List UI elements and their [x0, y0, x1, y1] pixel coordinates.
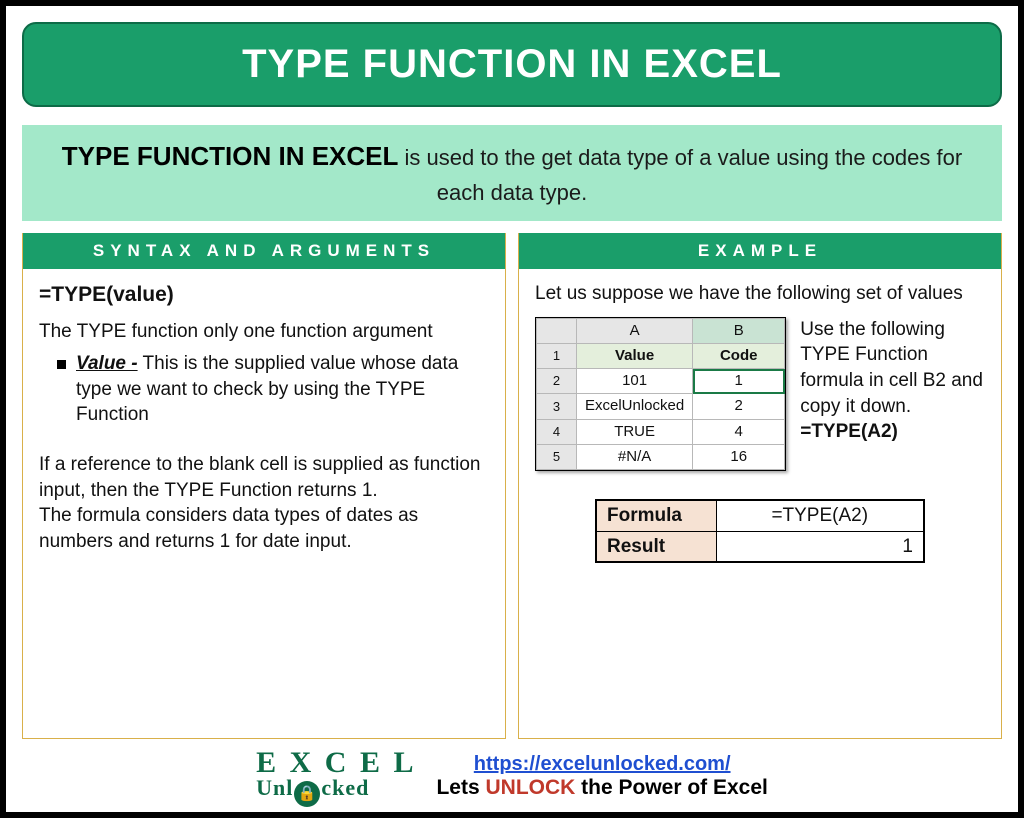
row-header-2: 2	[537, 369, 577, 394]
argument-bullet: Value - This is the supplied value whose…	[39, 351, 489, 428]
tagline-unlock: UNLOCK	[485, 776, 575, 799]
result-value: 1	[716, 531, 924, 562]
footer: E X C E L Unl🔒cked https://excelunlocked…	[22, 745, 1002, 804]
argument-name: Value -	[76, 353, 138, 374]
syntax-header: SYNTAX AND ARGUMENTS	[23, 233, 505, 269]
sheet-corner	[537, 318, 577, 343]
cell-b3: 2	[693, 394, 785, 419]
result-formula-label: Formula	[596, 500, 716, 531]
argument-text: Value - This is the supplied value whose…	[76, 351, 489, 428]
infographic-card: TYPE FUNCTION IN EXCEL TYPE FUNCTION IN …	[0, 0, 1024, 818]
syntax-desc: The TYPE function only one function argu…	[39, 319, 489, 345]
tagline-pre: Lets	[436, 776, 485, 799]
cell-a5: #N/A	[577, 444, 693, 469]
syntax-note-1: If a reference to the blank cell is supp…	[39, 452, 489, 503]
example-body: Let us suppose we have the following set…	[519, 269, 1001, 575]
result-table: Formula =TYPE(A2) Result 1	[595, 499, 925, 563]
cell-b1: Code	[693, 343, 785, 368]
logo-bottom-pre: Unl	[256, 775, 293, 800]
intro-lead: TYPE FUNCTION IN EXCEL	[62, 141, 399, 171]
footer-link[interactable]: https://excelunlocked.com/	[474, 753, 731, 775]
row-header-3: 3	[537, 394, 577, 419]
tagline-post: the Power of Excel	[575, 776, 768, 799]
cell-b4: 4	[693, 419, 785, 444]
example-header: EXAMPLE	[519, 233, 1001, 269]
row-header-4: 4	[537, 419, 577, 444]
cell-b5: 16	[693, 444, 785, 469]
col-header-b: B	[693, 318, 785, 343]
intro-box: TYPE FUNCTION IN EXCEL is used to the ge…	[22, 125, 1002, 221]
result-formula-value: =TYPE(A2)	[716, 500, 924, 531]
row-header-5: 5	[537, 444, 577, 469]
bullet-icon	[57, 360, 66, 369]
logo-bottom-post: cked	[321, 775, 369, 800]
example-row: A B 1 Value Code 2 101 1	[535, 317, 985, 472]
logo-bottom: Unl🔒cked	[256, 778, 369, 804]
cell-a2: 101	[577, 369, 693, 394]
cell-a1: Value	[577, 343, 693, 368]
footer-text: https://excelunlocked.com/ Lets UNLOCK t…	[436, 753, 767, 800]
cell-a4: TRUE	[577, 419, 693, 444]
example-formula: =TYPE(A2)	[800, 421, 898, 442]
syntax-body: =TYPE(value) The TYPE function only one …	[23, 269, 505, 566]
tagline: Lets UNLOCK the Power of Excel	[436, 776, 767, 800]
logo-top: E X C E L	[256, 749, 416, 778]
col-header-a: A	[577, 318, 693, 343]
intro-text: is used to the get data type of a value …	[398, 145, 962, 205]
syntax-panel: SYNTAX AND ARGUMENTS =TYPE(value) The TY…	[22, 233, 506, 739]
lock-icon: 🔒	[294, 781, 320, 807]
example-panel: EXAMPLE Let us suppose we have the follo…	[518, 233, 1002, 739]
cell-a3: ExcelUnlocked	[577, 394, 693, 419]
example-intro: Let us suppose we have the following set…	[535, 281, 985, 307]
example-note: Use the following TYPE Function formula …	[800, 317, 985, 445]
logo: E X C E L Unl🔒cked	[256, 749, 416, 804]
mini-spreadsheet: A B 1 Value Code 2 101 1	[535, 317, 786, 472]
page-title: TYPE FUNCTION IN EXCEL	[22, 22, 1002, 107]
cell-b2: 1	[693, 369, 785, 394]
row-header-1: 1	[537, 343, 577, 368]
example-note-text: Use the following TYPE Function formula …	[800, 319, 983, 417]
result-label: Result	[596, 531, 716, 562]
columns: SYNTAX AND ARGUMENTS =TYPE(value) The TY…	[22, 233, 1002, 739]
syntax-formula: =TYPE(value)	[39, 281, 489, 309]
syntax-note-2: The formula considers data types of date…	[39, 503, 489, 554]
